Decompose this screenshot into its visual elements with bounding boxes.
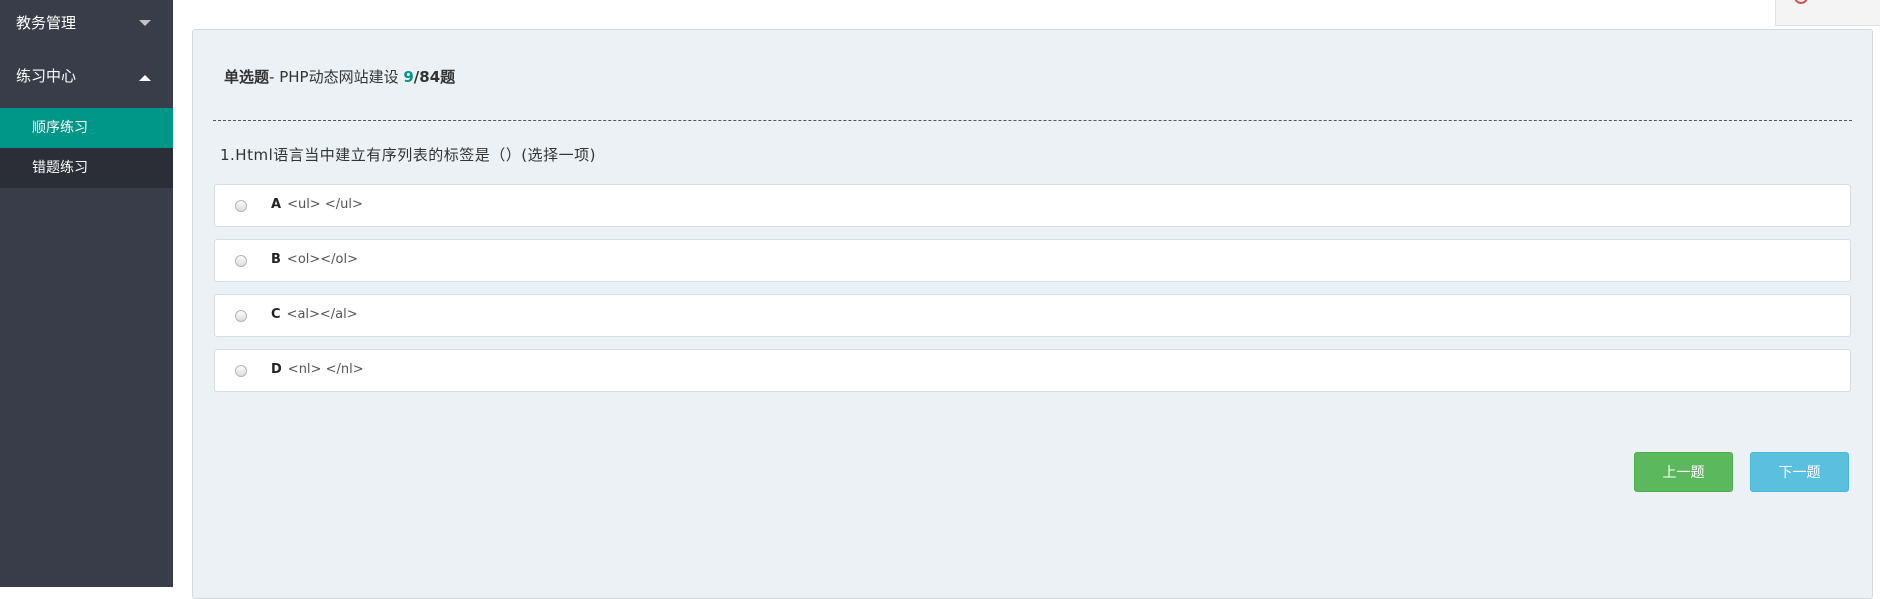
option-a[interactable]: A <ul> </ul> — [214, 184, 1851, 227]
option-label: C <al></al> — [271, 307, 358, 322]
divider — [213, 120, 1852, 121]
radio-button[interactable] — [235, 255, 247, 267]
course-name: PHP动态网站建设 — [279, 68, 399, 86]
previous-question-button[interactable]: 上一题 — [1634, 452, 1733, 492]
sidebar-item-label: 错题练习 — [32, 160, 88, 176]
option-letter: C — [271, 307, 281, 322]
quiz-header: 单选题- PHP动态网站建设 9/84题 — [224, 66, 455, 87]
radio-button[interactable] — [235, 310, 247, 322]
option-letter: D — [271, 362, 282, 377]
chevron-down-icon — [139, 20, 151, 26]
sidebar-item-sequential-practice[interactable]: 顺序练习 — [0, 108, 173, 148]
nav-group-practice-center[interactable]: 练习中心 — [0, 58, 173, 108]
nav-group-label: 练习中心 — [16, 67, 77, 85]
next-question-button[interactable]: 下一题 — [1750, 452, 1849, 492]
sidebar-item-label: 顺序练习 — [32, 120, 88, 136]
total-questions: /84题 — [413, 68, 456, 86]
option-label: A <ul> </ul> — [271, 197, 363, 212]
radio-button[interactable] — [235, 200, 247, 212]
option-d[interactable]: D <nl> </nl> — [214, 349, 1851, 392]
quiz-panel: 单选题- PHP动态网站建设 9/84题 1.Html语言当中建立有序列表的标签… — [192, 29, 1873, 599]
practice-submenu: 顺序练习 错题练习 — [0, 108, 173, 188]
sidebar-item-wrong-answers-practice[interactable]: 错题练习 — [0, 148, 173, 188]
option-c[interactable]: C <al></al> — [214, 294, 1851, 337]
nav-group-academic-affairs[interactable]: 教务管理 — [0, 0, 173, 46]
option-letter: B — [271, 252, 281, 267]
nav-group-label: 教务管理 — [16, 14, 77, 32]
chevron-up-icon — [139, 75, 151, 81]
title-separator: - — [269, 68, 280, 86]
question-text: 1.Html语言当中建立有序列表的标签是（）(选择一项) — [220, 146, 596, 164]
option-content: <nl> </nl> — [287, 362, 364, 377]
header-user-area[interactable] — [1775, 0, 1880, 26]
option-label: D <nl> </nl> — [271, 362, 364, 377]
option-content: <ul> </ul> — [287, 197, 363, 212]
option-content: <al></al> — [286, 307, 358, 322]
current-question-number: 9 — [403, 68, 414, 86]
option-label: B <ol></ol> — [271, 252, 358, 267]
option-letter: A — [271, 197, 282, 212]
option-content: <ol></ol> — [286, 252, 359, 267]
sidebar: 教务管理 练习中心 顺序练习 错题练习 — [0, 0, 173, 587]
radio-button[interactable] — [235, 365, 247, 377]
question-type: 单选题 — [224, 68, 270, 86]
alert-icon — [1794, 0, 1808, 4]
option-b[interactable]: B <ol></ol> — [214, 239, 1851, 282]
